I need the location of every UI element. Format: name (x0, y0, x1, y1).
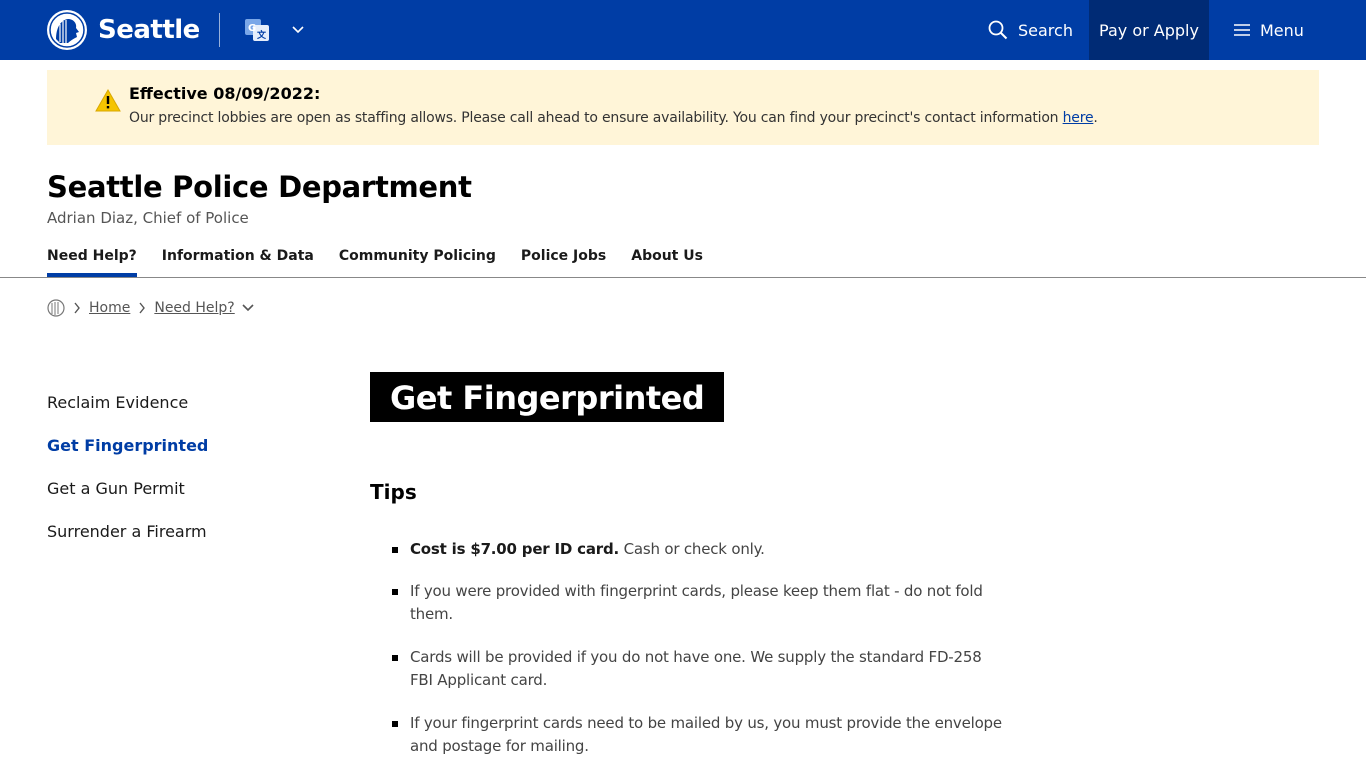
side-nav-get-fingerprinted[interactable]: Get Fingerprinted (47, 435, 208, 478)
page-title: Get Fingerprinted (370, 372, 725, 422)
seattle-logo-link[interactable]: Seattle (46, 9, 200, 51)
hamburger-icon (1234, 24, 1250, 36)
site-header: Seattle G 文 Search Pay or Apply Menu (0, 0, 1366, 60)
tip-text: If your fingerprint cards need to be mai… (410, 714, 1002, 755)
side-nav-surrender-firearm[interactable]: Surrender a Firearm (47, 521, 208, 564)
svg-text:文: 文 (256, 29, 267, 41)
header-divider (219, 13, 220, 47)
list-item: Cost is $7.00 per ID card. Cash or check… (392, 538, 1002, 561)
search-icon (988, 20, 1008, 40)
pay-or-apply-button[interactable]: Pay or Apply (1089, 0, 1209, 60)
list-item: Cards will be provided if you do not hav… (392, 646, 1002, 692)
tip-text: Cards will be provided if you do not hav… (410, 648, 982, 689)
department-nav: Need Help? Information & Data Community … (47, 240, 728, 278)
menu-label: Menu (1260, 20, 1304, 40)
chevron-down-icon (292, 26, 304, 34)
search-button[interactable]: Search (988, 0, 1073, 60)
warning-icon (95, 89, 121, 112)
dept-nav-about-us[interactable]: About Us (631, 240, 703, 277)
tip-text: Cash or check only. (619, 540, 765, 558)
seattle-seal-icon[interactable] (47, 299, 65, 317)
department-title[interactable]: Seattle Police Department (47, 170, 472, 204)
side-nav-reclaim-evidence[interactable]: Reclaim Evidence (47, 392, 208, 435)
department-subtitle: Adrian Diaz, Chief of Police (47, 209, 249, 227)
tip-text: If you were provided with fingerprint ca… (410, 582, 983, 623)
list-item: If your fingerprint cards need to be mai… (392, 712, 1002, 758)
tip-bold: Cost is $7.00 per ID card. (410, 540, 620, 558)
alert-body: Our precinct lobbies are open as staffin… (129, 110, 1098, 126)
alert-here-link[interactable]: here (1063, 110, 1094, 126)
dept-nav-community-policing[interactable]: Community Policing (339, 240, 496, 277)
chevron-down-icon[interactable] (241, 303, 255, 313)
brand-name: Seattle (98, 15, 200, 45)
list-item: If you were provided with fingerprint ca… (392, 580, 1002, 626)
alert-text: Our precinct lobbies are open as staffin… (129, 110, 1063, 126)
tips-list: Cost is $7.00 per ID card. Cash or check… (392, 538, 1002, 768)
tips-heading: Tips (370, 480, 417, 504)
chevron-right-icon (138, 302, 146, 314)
breadcrumb-home-link[interactable]: Home (89, 300, 130, 316)
chevron-right-icon (73, 302, 81, 314)
breadcrumb: Home Need Help? (47, 298, 255, 318)
nav-divider (0, 277, 1366, 278)
svg-text:G: G (248, 23, 256, 34)
menu-button[interactable]: Menu (1234, 0, 1304, 60)
side-nav: Reclaim Evidence Get Fingerprinted Get a… (47, 392, 208, 564)
seattle-seal-icon (47, 10, 87, 50)
dept-nav-police-jobs[interactable]: Police Jobs (521, 240, 606, 277)
translate-button[interactable]: G 文 (244, 17, 305, 43)
dept-nav-information-data[interactable]: Information & Data (162, 240, 314, 277)
side-nav-get-gun-permit[interactable]: Get a Gun Permit (47, 478, 208, 521)
breadcrumb-need-help-link[interactable]: Need Help? (154, 300, 234, 316)
search-label: Search (1018, 20, 1073, 40)
alert-trail: . (1093, 110, 1098, 126)
dept-nav-need-help[interactable]: Need Help? (47, 240, 137, 277)
translate-icon: G 文 (245, 19, 269, 41)
alert-banner: Effective 08/09/2022: Our precinct lobbi… (47, 70, 1319, 145)
alert-title: Effective 08/09/2022: (129, 84, 321, 103)
